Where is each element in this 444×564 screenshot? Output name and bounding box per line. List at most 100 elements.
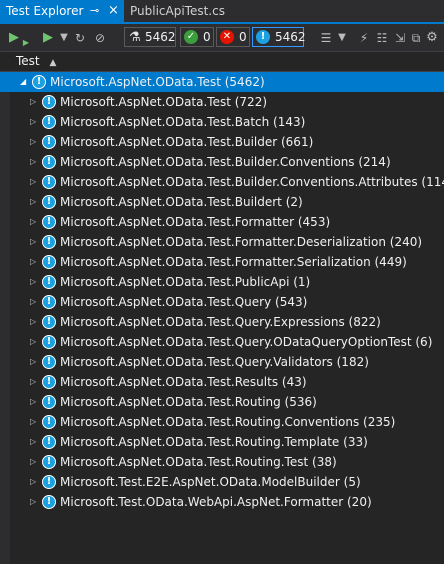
test-column-header[interactable]: Test ▲ bbox=[0, 52, 444, 72]
not-run-icon: ! bbox=[42, 435, 56, 449]
tree-item[interactable]: ▷! Microsoft.Test.E2E.AspNet.OData.ModelB… bbox=[0, 472, 444, 492]
tree-item[interactable]: ▷! Microsoft.AspNet.OData.Test (722) bbox=[0, 92, 444, 112]
expand-chevron-right-icon[interactable]: ▷ bbox=[30, 352, 36, 372]
cancel-run-icon[interactable]: ⊘ bbox=[92, 29, 108, 47]
tree-item[interactable]: ▷! Microsoft.AspNet.OData.Test.Query (543… bbox=[0, 292, 444, 312]
tree-item[interactable]: ▷! Microsoft.AspNet.OData.Test.Routing.Co… bbox=[0, 412, 444, 432]
passed-tests-count: 0 bbox=[203, 30, 211, 44]
tree-item[interactable]: ▷! Microsoft.AspNet.OData.Test.Builder.Co… bbox=[0, 172, 444, 192]
test-column-label: Test bbox=[16, 54, 40, 68]
expand-chevron-right-icon[interactable]: ▷ bbox=[30, 492, 36, 512]
run-after-build-icon[interactable]: ⚡ bbox=[356, 29, 372, 47]
tree-item[interactable]: ▷! Microsoft.AspNet.OData.Test.Formatter.… bbox=[0, 252, 444, 272]
tree-item-label: Microsoft.AspNet.OData.Test.Routing (536… bbox=[60, 395, 317, 409]
expand-chevron-right-icon[interactable]: ▷ bbox=[30, 472, 36, 492]
tree-item[interactable]: ▷! Microsoft.AspNet.OData.Test.Formatter.… bbox=[0, 232, 444, 252]
tree-item[interactable]: ▷! Microsoft.AspNet.OData.Test.Batch (143… bbox=[0, 112, 444, 132]
tree-item[interactable]: ▷! Microsoft.AspNet.OData.Test.Builder (6… bbox=[0, 132, 444, 152]
not-run-icon: ! bbox=[42, 395, 56, 409]
expand-chevron-right-icon[interactable]: ▷ bbox=[30, 192, 36, 212]
tree-item[interactable]: ▷! Microsoft.AspNet.OData.Test.Query.Vali… bbox=[0, 352, 444, 372]
tree-item-label: Microsoft.AspNet.OData.Test.Results (43) bbox=[60, 375, 307, 389]
tree-item-label: Microsoft.AspNet.OData.Test.Routing.Test… bbox=[60, 455, 337, 469]
tree-item-label: Microsoft.AspNet.OData.Test.Query.Valida… bbox=[60, 355, 369, 369]
expand-chevron-right-icon[interactable]: ▷ bbox=[30, 372, 36, 392]
tree-item-label: Microsoft.AspNet.OData.Test.Query.ODataQ… bbox=[60, 335, 433, 349]
tree-item-label: Microsoft.AspNet.OData.Test.Builder.Conv… bbox=[60, 155, 391, 169]
tree-item-label: Microsoft.AspNet.OData.Test.Routing.Temp… bbox=[60, 435, 368, 449]
tree-item[interactable]: ▷! Microsoft.AspNet.OData.Test.PublicApi … bbox=[0, 272, 444, 292]
not-run-icon: ! bbox=[42, 475, 56, 489]
not-run-icon: ! bbox=[42, 175, 56, 189]
failed-tests-counter[interactable]: ✕ 0 bbox=[216, 27, 250, 47]
close-icon[interactable]: × bbox=[108, 0, 119, 22]
not-run-icon: ! bbox=[42, 275, 56, 289]
tree-item-label: Microsoft.AspNet.OData.Test.Formatter.Se… bbox=[60, 255, 407, 269]
not-run-icon: ! bbox=[42, 335, 56, 349]
tree-item[interactable]: ▷! Microsoft.AspNet.OData.Test.Buildert (… bbox=[0, 192, 444, 212]
expand-chevron-right-icon[interactable]: ▷ bbox=[30, 232, 36, 252]
test-explorer-toolbar: ▶ ▶ ▶ ▼ ↻ ⊘ ⚗ 5462 ✓ 0 ✕ 0 ! 5462 ☰ ▼ ⚡ … bbox=[0, 24, 444, 52]
tree-item[interactable]: ▷! Microsoft.Test.OData.WebApi.AspNet.For… bbox=[0, 492, 444, 512]
tree-item-label: Microsoft.AspNet.OData.Test.Buildert (2) bbox=[60, 195, 303, 209]
not-run-icon: ! bbox=[42, 315, 56, 329]
tree-item[interactable]: ▷! Microsoft.AspNet.OData.Test.Query.Expr… bbox=[0, 312, 444, 332]
expand-chevron-right-icon[interactable]: ▷ bbox=[30, 452, 36, 472]
tab-test-explorer[interactable]: Test Explorer ⊸ × bbox=[0, 0, 124, 22]
not-run-tests-count: 5462 bbox=[275, 30, 306, 44]
tree-item[interactable]: ▷! Microsoft.AspNet.OData.Test.Builder.Co… bbox=[0, 152, 444, 172]
not-run-icon: ! bbox=[42, 295, 56, 309]
not-run-icon: ! bbox=[42, 215, 56, 229]
run-dropdown-chevron-down-icon[interactable]: ▼ bbox=[56, 29, 72, 47]
repeat-last-run-icon[interactable]: ↻ bbox=[72, 29, 88, 47]
expand-chevron-right-icon[interactable]: ▷ bbox=[30, 112, 36, 132]
playlist-icon[interactable]: ☷ bbox=[374, 29, 390, 47]
failed-tests-count: 0 bbox=[239, 30, 247, 44]
not-run-icon: ! bbox=[32, 75, 46, 89]
not-run-icon: ! bbox=[42, 415, 56, 429]
expand-chevron-right-icon[interactable]: ▷ bbox=[30, 332, 36, 352]
tree-item-label: Microsoft.AspNet.OData.Test.PublicApi (1… bbox=[60, 275, 311, 289]
expand-chevron-right-icon[interactable]: ▷ bbox=[30, 392, 36, 412]
not-run-icon: ! bbox=[42, 375, 56, 389]
tree-item-label: Microsoft.AspNet.OData.Test (5462) bbox=[50, 75, 265, 89]
passed-tests-counter[interactable]: ✓ 0 bbox=[180, 27, 214, 47]
tab-test-explorer-label: Test Explorer bbox=[6, 4, 84, 18]
expand-chevron-right-icon[interactable]: ▷ bbox=[30, 132, 36, 152]
expand-icon[interactable]: ⇲ bbox=[392, 29, 408, 47]
tree-item[interactable]: ▷! Microsoft.AspNet.OData.Test.Routing.Te… bbox=[0, 452, 444, 472]
expand-chevron-right-icon[interactable]: ▷ bbox=[30, 432, 36, 452]
gear-icon[interactable]: ⚙ bbox=[424, 29, 440, 47]
expand-chevron-right-icon[interactable]: ▷ bbox=[30, 172, 36, 192]
expand-chevron-right-icon[interactable]: ▷ bbox=[30, 292, 36, 312]
total-tests-counter[interactable]: ⚗ 5462 bbox=[124, 27, 176, 47]
tree-item[interactable]: ▷! Microsoft.AspNet.OData.Test.Formatter … bbox=[0, 212, 444, 232]
expand-chevron-right-icon[interactable]: ▷ bbox=[30, 272, 36, 292]
check-circle-icon: ✓ bbox=[184, 30, 198, 44]
run-icon[interactable]: ▶ bbox=[40, 29, 56, 47]
expand-chevron-right-icon[interactable]: ▷ bbox=[30, 92, 36, 112]
pin-icon[interactable]: ⊸ bbox=[90, 0, 99, 22]
info-circle-icon: ! bbox=[256, 30, 270, 44]
copy-icon[interactable]: ⧉ bbox=[408, 29, 424, 47]
tree-item[interactable]: ▷! Microsoft.AspNet.OData.Test.Results (4… bbox=[0, 372, 444, 392]
not-run-icon: ! bbox=[42, 235, 56, 249]
tree-item[interactable]: ▷! Microsoft.AspNet.OData.Test.Routing.Te… bbox=[0, 432, 444, 452]
tree-item-root[interactable]: ◢ ! Microsoft.AspNet.OData.Test (5462) bbox=[0, 72, 444, 92]
tree-item[interactable]: ▷! Microsoft.AspNet.OData.Test.Routing (5… bbox=[0, 392, 444, 412]
not-run-tests-counter[interactable]: ! 5462 bbox=[252, 27, 306, 47]
expand-chevron-right-icon[interactable]: ▷ bbox=[30, 252, 36, 272]
expand-chevron-right-icon[interactable]: ▷ bbox=[30, 312, 36, 332]
tab-publicapitest-cs[interactable]: PublicApiTest.cs bbox=[124, 0, 231, 22]
tree-item-label: Microsoft.AspNet.OData.Test.Batch (143) bbox=[60, 115, 306, 129]
expand-chevron-right-icon[interactable]: ▷ bbox=[30, 412, 36, 432]
tree-item-label: Microsoft.AspNet.OData.Test.Formatter.De… bbox=[60, 235, 423, 249]
group-by-chevron-down-icon[interactable]: ▼ bbox=[334, 29, 350, 47]
not-run-icon: ! bbox=[42, 355, 56, 369]
sort-ascending-icon: ▲ bbox=[49, 58, 57, 68]
group-by-icon[interactable]: ☰ bbox=[318, 29, 334, 47]
tree-item[interactable]: ▷! Microsoft.AspNet.OData.Test.Query.ODat… bbox=[0, 332, 444, 352]
expand-chevron-right-icon[interactable]: ▷ bbox=[30, 212, 36, 232]
expand-chevron-right-icon[interactable]: ▷ bbox=[30, 152, 36, 172]
collapse-icon[interactable]: ◢ bbox=[20, 72, 26, 92]
